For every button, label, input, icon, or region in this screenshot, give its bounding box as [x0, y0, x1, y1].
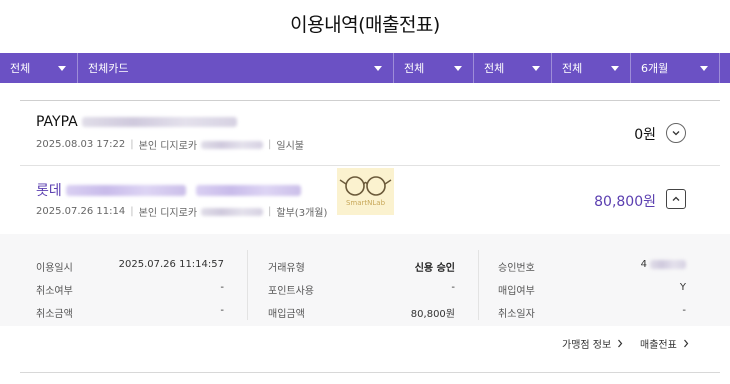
meta-separator: | — [130, 139, 134, 150]
filter-bar: 전체 전체카드 전체 전체 전체 6개월 — [0, 53, 730, 83]
column-divider — [247, 250, 248, 320]
detail-label-cancel-status: 취소여부 — [36, 286, 73, 297]
redacted-text — [201, 207, 264, 216]
detail-label-cancel-date: 취소일자 — [498, 309, 535, 320]
detail-value-use-datetime: 2025.07.26 11:14:57 — [118, 259, 224, 270]
detail-value-purchase-status: Y — [679, 282, 686, 293]
caret-down-icon — [454, 65, 462, 71]
watermark-text: SmartNLab — [345, 199, 386, 207]
detail-value-cancel-amount: - — [220, 305, 224, 316]
filter-label: 전체 — [10, 62, 31, 75]
meta-separator: | — [268, 206, 272, 217]
caret-down-icon — [58, 65, 66, 71]
merchant-info-link[interactable]: 가맹점 정보 — [562, 336, 623, 351]
caret-down-icon — [700, 65, 708, 71]
transaction-amount: 0원 — [634, 127, 656, 143]
caret-down-icon — [532, 65, 540, 71]
filter-dropdown-card[interactable]: 전체카드 — [78, 53, 394, 83]
detail-value-approval-number: 4 — [560, 259, 686, 270]
transaction-card: 본인 디지로카 — [138, 208, 198, 219]
detail-value-purchase-amount: 80,800원 — [410, 309, 455, 320]
filter-label: 전체 — [404, 62, 425, 75]
redacted-text — [201, 140, 264, 149]
detail-value-transaction-type: 신용 승인 — [414, 263, 455, 274]
redacted-text — [650, 260, 686, 269]
chevron-right-icon — [683, 339, 689, 348]
transaction-meta: 2025.07.26 11:14 | 본인 디지로카 | 할부(3개월) — [36, 204, 327, 219]
redacted-text — [81, 117, 237, 127]
redacted-text — [65, 184, 186, 196]
caret-down-icon — [374, 65, 382, 71]
chevron-down-icon — [672, 131, 680, 136]
filter-label: 6개월 — [641, 62, 669, 75]
detail-label-purchase-status: 매입여부 — [498, 286, 535, 297]
list-divider — [20, 165, 720, 166]
chevron-right-icon — [618, 339, 623, 348]
transaction-installment: 할부(3개월) — [276, 208, 328, 219]
expand-toggle[interactable] — [666, 123, 686, 143]
filter-dropdown-5[interactable]: 전체 — [552, 53, 631, 83]
page-title: 이용내역(매출전표) — [290, 14, 440, 36]
transaction-installment: 일시불 — [276, 141, 305, 152]
detail-label-purchase-amount: 매입금액 — [268, 309, 305, 320]
column-divider — [478, 250, 479, 320]
filter-dropdown-3[interactable]: 전체 — [394, 53, 474, 83]
detail-value-cancel-status: - — [220, 282, 224, 293]
watermark-logo: SmartNLab — [337, 168, 394, 215]
detail-label-point-usage: 포인트사용 — [268, 286, 314, 297]
filter-label: 전체카드 — [88, 62, 129, 75]
transaction-amount: 80,800원 — [594, 194, 656, 210]
transaction-merchant[interactable]: 롯데 — [36, 180, 301, 200]
transaction-datetime: 2025.08.03 17:22 — [36, 139, 126, 150]
meta-separator: | — [130, 206, 134, 217]
detail-value-point-usage: - — [451, 282, 455, 293]
list-top-divider — [20, 100, 720, 101]
glasses-icon — [339, 176, 392, 196]
filter-dropdown-period[interactable]: 6개월 — [631, 53, 720, 83]
list-bottom-divider — [20, 372, 720, 373]
transaction-card: 본인 디지로카 — [138, 141, 198, 152]
meta-separator: | — [268, 139, 272, 150]
transaction-datetime: 2025.07.26 11:14 — [36, 206, 126, 217]
detail-label-use-datetime: 이용일시 — [36, 263, 73, 274]
transaction-meta: 2025.08.03 17:22 | 본인 디지로카 | 일시불 — [36, 137, 304, 152]
collapse-toggle[interactable] — [666, 189, 686, 209]
chevron-up-icon — [672, 196, 680, 201]
filter-dropdown-4[interactable]: 전체 — [474, 53, 552, 83]
redacted-text — [195, 184, 301, 196]
transaction-merchant[interactable]: PAYPA — [36, 114, 237, 130]
detail-label-cancel-amount: 취소금액 — [36, 309, 73, 320]
sales-receipt-link[interactable]: 매출전표 — [640, 336, 689, 351]
detail-value-cancel-date: - — [682, 305, 686, 316]
filter-label: 전체 — [562, 62, 583, 75]
filter-dropdown-1[interactable]: 전체 — [0, 53, 78, 83]
detail-label-approval-number: 승인번호 — [498, 263, 535, 274]
detail-label-transaction-type: 거래유형 — [268, 263, 305, 274]
caret-down-icon — [611, 65, 619, 71]
filter-label: 전체 — [484, 62, 505, 75]
